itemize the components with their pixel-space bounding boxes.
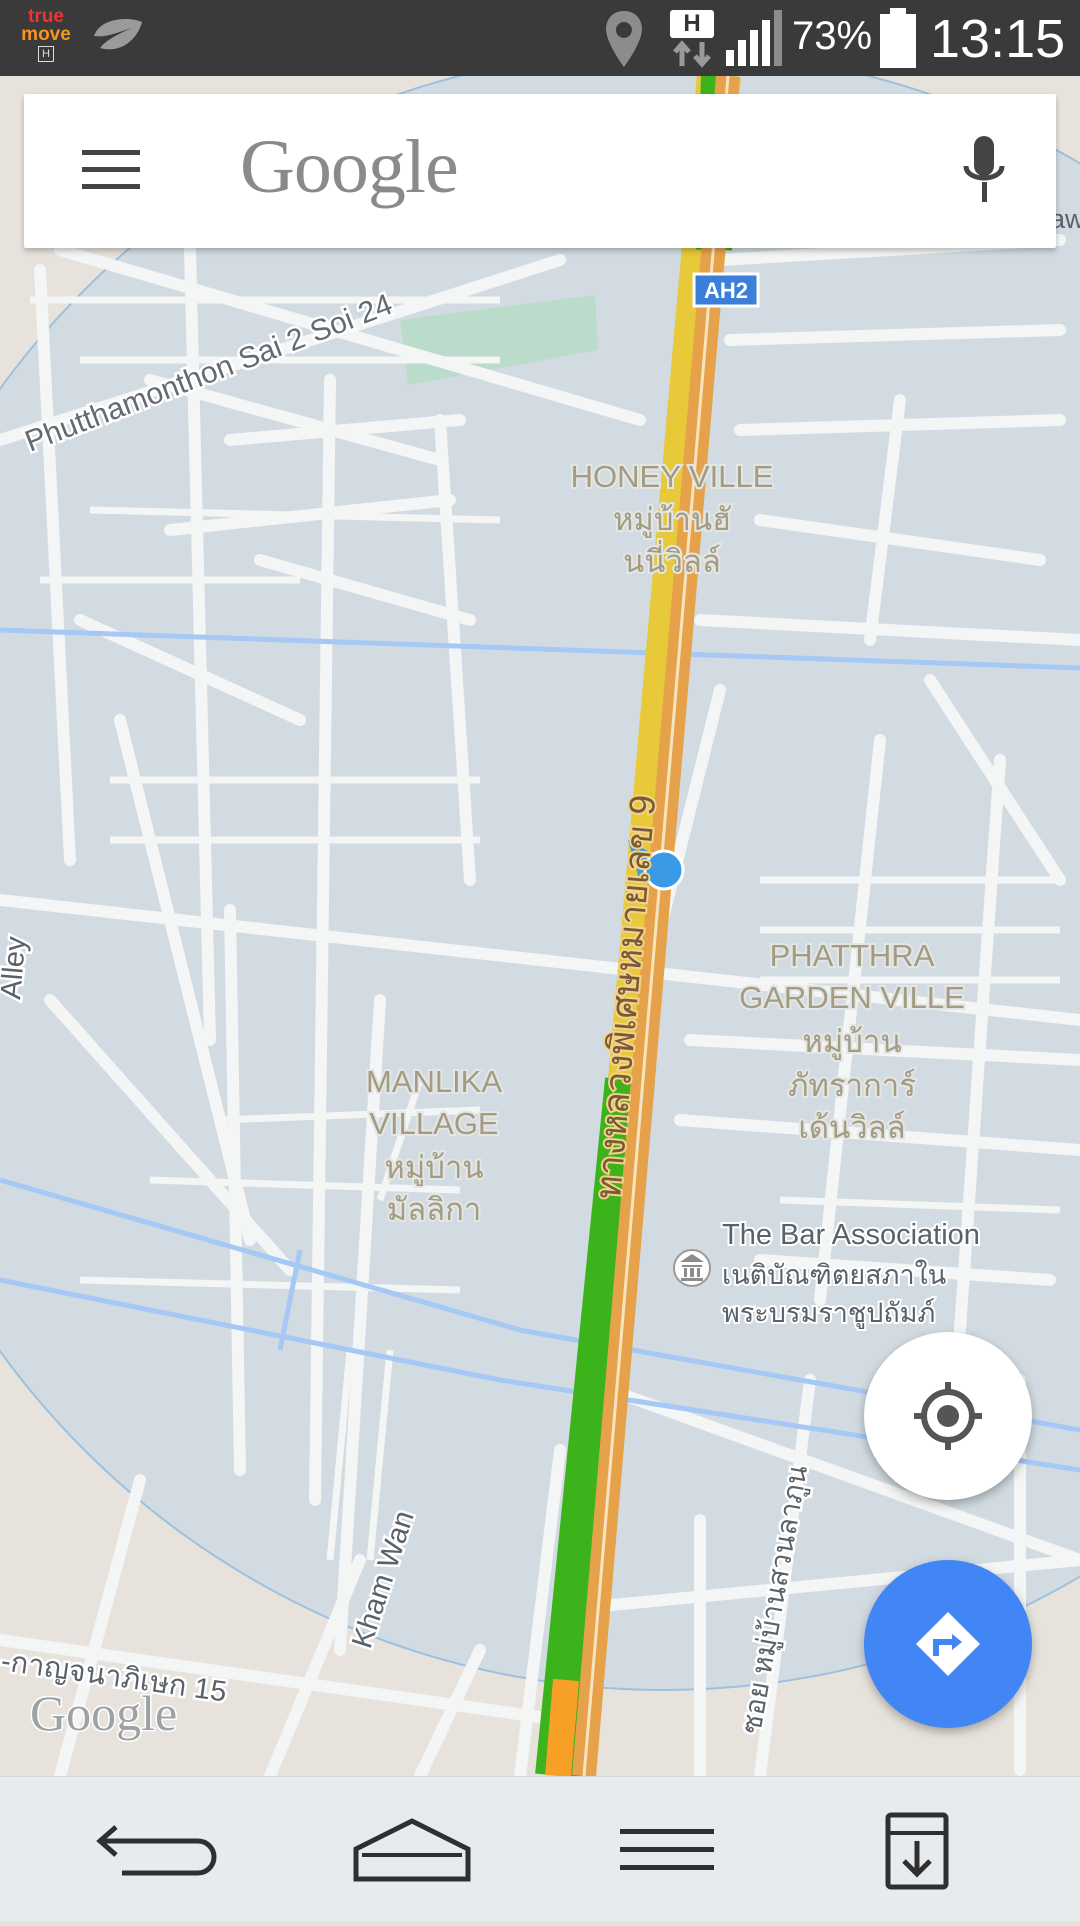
back-button[interactable] (60, 1777, 260, 1921)
place-honey-ville-thai-2: นนี่วิลล์ (623, 540, 721, 579)
place-phatthra-name: PHATTHRA (770, 938, 935, 973)
carrier-text-bottom: move (21, 24, 71, 45)
battery-icon (880, 8, 916, 68)
place-manlika-thai-2: มัลลิกา (387, 1192, 482, 1227)
crosshair-icon (914, 1382, 982, 1450)
place-phatthra-thai-1: หมู่บ้าน (802, 1024, 901, 1060)
place-phatthra-name-2: GARDEN VILLE (739, 980, 965, 1015)
place-phatthra-thai-2: ภัทราการ์ (788, 1068, 916, 1103)
google-logo: Google (240, 125, 459, 209)
place-manlika-thai-1: หมู่บ้าน (384, 1150, 483, 1186)
road-label-alley: Alley (0, 935, 32, 1001)
directions-button[interactable] (864, 1560, 1032, 1728)
map-canvas[interactable]: AH2 Phutthamonthon Sai 2 Soi 24 ทางหลวงพ… (0, 76, 1080, 1776)
search-bar[interactable]: Google (24, 94, 1056, 248)
back-icon (96, 1825, 217, 1876)
place-manlika-name-2: VILLAGE (369, 1106, 498, 1141)
data-arrows-icon (673, 40, 711, 68)
ah2-shield: AH2 (704, 278, 748, 303)
highway-end-orange (545, 1678, 579, 1776)
battery-percent: 73% (792, 14, 873, 58)
place-bar-association-thai-2: พระบรมราชูปถัมภ์ (722, 1297, 935, 1329)
place-bar-association-thai-1: เนติบัณฑิตยสภาใน (722, 1259, 946, 1290)
home-icon (353, 1818, 471, 1882)
navigation-bar (0, 1776, 1080, 1921)
hamburger-menu-icon[interactable] (82, 150, 140, 190)
carrier-logo: true move H (18, 7, 74, 68)
leaf-icon (94, 18, 142, 50)
place-phatthra-thai-3: เด้นวิลล์ (798, 1110, 905, 1145)
menu-button[interactable] (564, 1777, 764, 1921)
status-bar: true move H H 73% 13:15 (0, 0, 1080, 76)
clock: 13:15 (930, 9, 1066, 69)
notes-button[interactable] (816, 1777, 1016, 1921)
carrier-badge: H (38, 46, 54, 62)
place-honey-ville-name: HONEY VILLE (571, 459, 774, 494)
directions-icon (916, 1612, 980, 1676)
menu-icon (620, 1829, 714, 1870)
place-bar-association-name: The Bar Association (722, 1219, 980, 1251)
place-manlika-name: MANLIKA (366, 1064, 502, 1099)
signal-icon (726, 10, 782, 66)
network-type-badge: H (670, 10, 714, 38)
location-pin-icon (606, 11, 642, 67)
microphone-icon[interactable] (960, 136, 1008, 206)
notes-icon (885, 1812, 949, 1890)
my-location-button[interactable] (864, 1332, 1032, 1500)
map-view[interactable]: AH2 Phutthamonthon Sai 2 Soi 24 ทางหลวงพ… (0, 76, 1080, 1776)
google-watermark: Google (30, 1685, 177, 1741)
place-honey-ville-thai-1: หมู่บ้านฮั (613, 502, 731, 538)
home-button[interactable] (312, 1777, 512, 1921)
